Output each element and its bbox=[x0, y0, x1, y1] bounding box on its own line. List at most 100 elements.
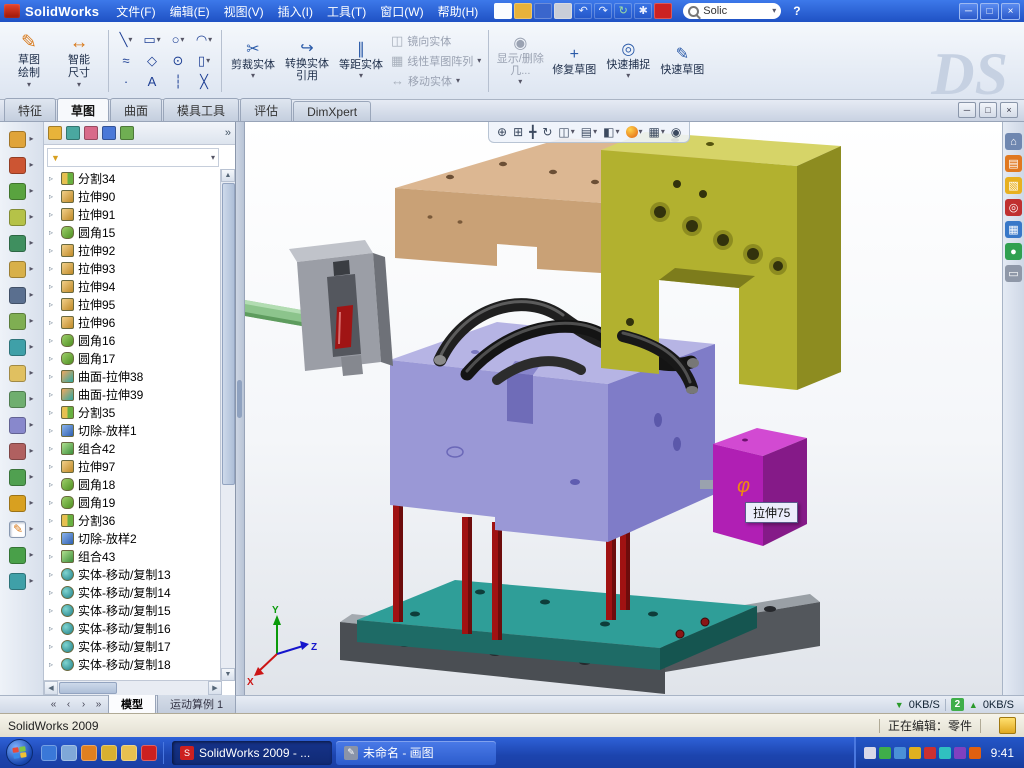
expand-arrow-icon[interactable]: ▹ bbox=[49, 498, 57, 507]
expand-arrow-icon[interactable]: ▹ bbox=[49, 408, 57, 417]
fillet-tool-icon[interactable]: ▸ bbox=[0, 256, 43, 282]
close-button[interactable]: × bbox=[1001, 3, 1020, 20]
boundary-boss-icon[interactable]: ▸ bbox=[0, 230, 43, 256]
counter-badge[interactable]: 2 bbox=[951, 698, 964, 711]
mirror-tool-icon[interactable]: ▸ bbox=[0, 412, 43, 438]
menu-item[interactable]: 工具(T) bbox=[320, 1, 373, 22]
tree-item[interactable]: ▹组合42 bbox=[44, 439, 222, 457]
expand-arrow-icon[interactable]: ▹ bbox=[49, 642, 57, 651]
ime-icon[interactable] bbox=[864, 747, 876, 759]
model-canvas[interactable]: φ bbox=[245, 122, 1002, 695]
scene-icon[interactable]: ▦▾ bbox=[647, 125, 667, 139]
dimxpert-manager-icon[interactable] bbox=[102, 126, 116, 140]
dropdown-arrow-icon[interactable]: ▾ bbox=[208, 36, 212, 44]
scrollbar-thumb[interactable] bbox=[59, 682, 117, 694]
menu-item[interactable]: 视图(V) bbox=[217, 1, 271, 22]
slot-icon[interactable]: ▯▾ bbox=[191, 50, 217, 71]
internet-explorer-icon[interactable] bbox=[41, 745, 57, 761]
shell-icon[interactable]: ▸ bbox=[0, 360, 43, 386]
dropdown-arrow-icon[interactable]: ▾ bbox=[157, 36, 161, 44]
clock-sync-icon[interactable] bbox=[969, 747, 981, 759]
curves-icon[interactable]: ▸ bbox=[0, 464, 43, 490]
spline-icon[interactable]: ≈ bbox=[113, 50, 139, 71]
tree-horizontal-scrollbar[interactable]: ◀ ▶ bbox=[44, 680, 222, 695]
dropdown-arrow-icon[interactable]: ▾ bbox=[180, 36, 184, 44]
dropdown-arrow-icon[interactable]: ▾ bbox=[77, 81, 81, 89]
doc-tab[interactable]: 运动算例 1 bbox=[157, 695, 236, 715]
slide-unit-part[interactable] bbox=[245, 240, 393, 376]
menu-item[interactable]: 编辑(E) bbox=[163, 1, 217, 22]
help-button[interactable]: ? bbox=[789, 4, 804, 18]
expand-arrow-icon[interactable]: ▹ bbox=[49, 246, 57, 255]
toolbar-button[interactable]: ✎快速草图 bbox=[655, 26, 709, 96]
section-view-icon[interactable]: ◧▾ bbox=[601, 125, 621, 139]
graphics-viewport[interactable]: φ bbox=[245, 122, 1002, 695]
ribbon-tab[interactable]: DimXpert bbox=[293, 101, 371, 121]
graphics-icon[interactable] bbox=[939, 747, 951, 759]
tree-item[interactable]: ▹拉伸91 bbox=[44, 205, 222, 223]
panel-splitter[interactable] bbox=[236, 122, 245, 695]
tree-item[interactable]: ▹实体-移动/复制15 bbox=[44, 601, 222, 619]
dropdown-arrow-icon[interactable]: ▾ bbox=[251, 72, 255, 80]
menu-item[interactable]: 窗口(W) bbox=[373, 1, 430, 22]
tree-item[interactable]: ▹实体-移动/复制16 bbox=[44, 619, 222, 637]
3d-sketch-icon[interactable]: ▸ bbox=[0, 568, 43, 594]
start-button[interactable] bbox=[6, 739, 33, 766]
reference-geometry-icon[interactable]: ▸ bbox=[0, 438, 43, 464]
chevron-down-icon[interactable]: ▾ bbox=[211, 154, 215, 162]
toolbar-button[interactable]: +修复草图 bbox=[547, 26, 601, 96]
annotation-icon[interactable] bbox=[999, 717, 1016, 734]
ribbon-tab[interactable]: 评估 bbox=[240, 98, 292, 121]
save-icon[interactable] bbox=[534, 3, 552, 19]
scroll-up-icon[interactable]: ▲ bbox=[221, 169, 235, 182]
point-icon[interactable]: · bbox=[113, 71, 139, 92]
tree-item[interactable]: ▹切除-放样1 bbox=[44, 421, 222, 439]
record-icon[interactable] bbox=[654, 3, 672, 19]
rebuild-icon[interactable]: ↻ bbox=[614, 3, 632, 19]
doc-nav-button[interactable]: « bbox=[46, 699, 61, 710]
wrap-icon[interactable]: ▸ bbox=[0, 386, 43, 412]
expand-arrow-icon[interactable]: ▹ bbox=[49, 570, 57, 579]
expand-arrow-icon[interactable]: ▹ bbox=[49, 300, 57, 309]
spline-tool-icon[interactable]: ▸ bbox=[0, 542, 43, 568]
expand-arrow-icon[interactable]: ▹ bbox=[49, 228, 57, 237]
doc-nav-button[interactable]: › bbox=[76, 699, 91, 710]
tree-item[interactable]: ▹拉伸97 bbox=[44, 457, 222, 475]
scroll-down-icon[interactable]: ▼ bbox=[221, 668, 235, 681]
new-document-icon[interactable] bbox=[494, 3, 512, 19]
feature-manager-icon[interactable] bbox=[48, 126, 62, 140]
toolbar-button[interactable]: ↔智能尺寸▾ bbox=[54, 26, 104, 96]
scroll-left-icon[interactable]: ◀ bbox=[44, 681, 58, 695]
swept-boss-icon[interactable]: ▸ bbox=[0, 178, 43, 204]
expand-arrow-icon[interactable]: ▹ bbox=[49, 552, 57, 561]
tree-item[interactable]: ▹分割35 bbox=[44, 403, 222, 421]
tree-item[interactable]: ▹曲面-拉伸38 bbox=[44, 367, 222, 385]
realview-icon[interactable]: ◉ bbox=[669, 125, 683, 139]
pan-icon[interactable]: ╋ bbox=[527, 125, 538, 139]
doc-nav-button[interactable]: » bbox=[91, 699, 106, 710]
design-library-icon[interactable]: ▤ bbox=[1005, 155, 1022, 172]
restore-button[interactable]: □ bbox=[980, 3, 999, 20]
volume-icon[interactable] bbox=[879, 747, 891, 759]
configuration-manager-icon[interactable] bbox=[84, 126, 98, 140]
dropdown-arrow-icon[interactable]: ▾ bbox=[661, 128, 665, 136]
toolbar-button[interactable]: ✂剪裁实体▾ bbox=[226, 26, 280, 96]
expand-arrow-icon[interactable]: ▹ bbox=[49, 174, 57, 183]
tree-item[interactable]: ▹拉伸93 bbox=[44, 259, 222, 277]
dropdown-arrow-icon[interactable]: ▾ bbox=[626, 72, 630, 80]
instant3d-icon[interactable]: ▸ bbox=[0, 490, 43, 516]
tree-item[interactable]: ▹拉伸95 bbox=[44, 295, 222, 313]
chevron-down-icon[interactable]: ▾ bbox=[772, 7, 776, 15]
dropdown-arrow-icon[interactable]: ▾ bbox=[128, 36, 132, 44]
taskbar-window-button[interactable]: ✎未命名 - 画图 bbox=[336, 741, 496, 765]
expand-arrow-icon[interactable]: ▹ bbox=[49, 192, 57, 201]
expand-arrow-icon[interactable]: ▹ bbox=[49, 426, 57, 435]
minimize-button[interactable]: ─ bbox=[959, 3, 978, 20]
antivirus-icon[interactable] bbox=[954, 747, 966, 759]
expand-arrow-icon[interactable]: ▹ bbox=[49, 444, 57, 453]
zoom-fit-icon[interactable]: ⊕ bbox=[495, 125, 509, 139]
dropdown-arrow-icon[interactable]: ▾ bbox=[27, 81, 31, 89]
tree-item[interactable]: ▹组合43 bbox=[44, 547, 222, 565]
taskbar-window-button[interactable]: SSolidWorks 2009 - ... bbox=[172, 741, 332, 765]
linear-pattern-tool-icon[interactable]: ▸ bbox=[0, 282, 43, 308]
